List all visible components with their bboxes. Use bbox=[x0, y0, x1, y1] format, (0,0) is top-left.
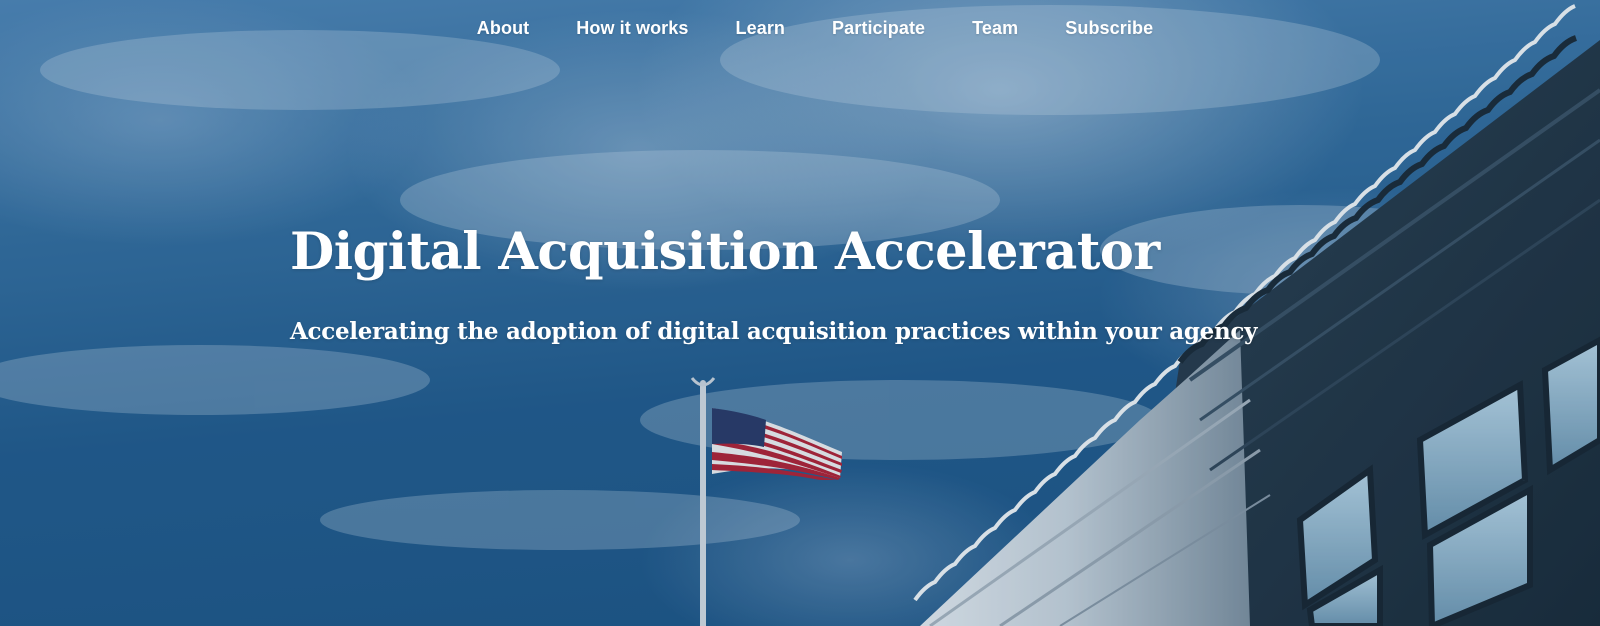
nav-participate-link[interactable]: Participate bbox=[832, 18, 925, 39]
main-nav: About How it works Learn Participate Tea… bbox=[0, 18, 1600, 39]
nav-how-it-works-link[interactable]: How it works bbox=[576, 18, 688, 39]
nav-team-link[interactable]: Team bbox=[972, 18, 1018, 39]
page-title: Digital Acquisition Accelerator bbox=[290, 222, 1160, 282]
hero-section: About How it works Learn Participate Tea… bbox=[0, 0, 1600, 626]
nav-subscribe-link[interactable]: Subscribe bbox=[1065, 18, 1153, 39]
nav-about-link[interactable]: About bbox=[477, 18, 529, 39]
page-subtitle: Accelerating the adoption of digital acq… bbox=[290, 318, 1258, 345]
nav-learn-link[interactable]: Learn bbox=[736, 18, 786, 39]
hero-background-image bbox=[0, 0, 1600, 626]
